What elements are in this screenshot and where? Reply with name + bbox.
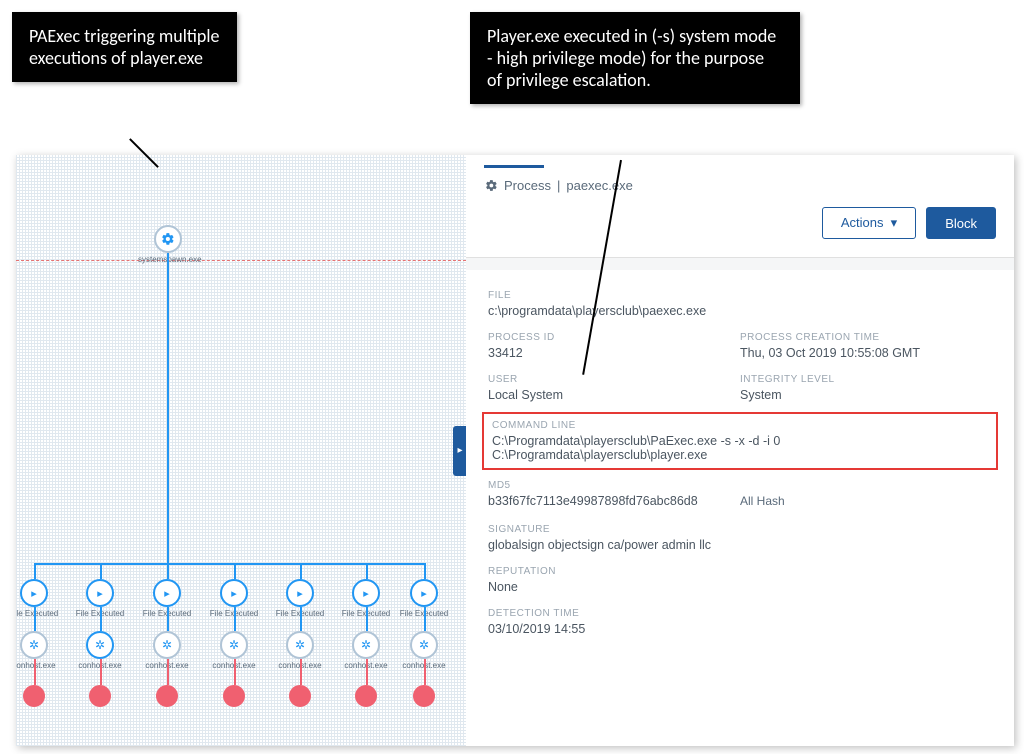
file-label: FILE [488, 290, 992, 301]
panel-collapse-tab[interactable]: ▸ [453, 426, 466, 476]
graph-child-node[interactable]: ▸ [352, 579, 380, 607]
graph-alert-node[interactable] [89, 685, 111, 707]
actions-button[interactable]: Actions ▾ [822, 207, 916, 239]
detail-header: Process | paexec.exe Actions ▾ Block [466, 155, 1014, 258]
graph-alert-node[interactable] [289, 685, 311, 707]
creation-value: Thu, 03 Oct 2019 10:55:08 GMT [740, 346, 992, 360]
detect-label: DETECTION TIME [488, 608, 992, 619]
graph-child-node[interactable]: ▸ [286, 579, 314, 607]
graph-alert-node[interactable] [223, 685, 245, 707]
md5-label: MD5 [488, 480, 740, 491]
app-container: systemspawn.exe ▸ ▸ ▸ ▸ ▸ ▸ ▸ File Execu… [16, 155, 1014, 746]
process-detail-panel: Process | paexec.exe Actions ▾ Block FIL… [466, 155, 1014, 746]
command-line-box: COMMAND LINE C:\Programdata\playersclub\… [482, 412, 998, 470]
process-title: Process | paexec.exe [484, 178, 996, 193]
graph-alert-node[interactable] [156, 685, 178, 707]
graph-child-node[interactable]: ▸ [20, 579, 48, 607]
graph-child-node[interactable]: ▸ [410, 579, 438, 607]
graph-gear-node[interactable]: ✲ [220, 631, 248, 659]
integrity-value: System [740, 388, 992, 402]
graph-gear-node[interactable]: ✲ [153, 631, 181, 659]
graph-gear-node[interactable]: ✲ [20, 631, 48, 659]
graph-alert-node[interactable] [23, 685, 45, 707]
graph-alert-node[interactable] [413, 685, 435, 707]
rep-value: None [488, 580, 992, 594]
all-hash-link[interactable]: All Hash [740, 494, 785, 508]
graph-gear-node-selected[interactable]: ✲ [86, 631, 114, 659]
graph-gear-node[interactable]: ✲ [352, 631, 380, 659]
integrity-label: INTEGRITY LEVEL [740, 374, 992, 385]
cmd-label: COMMAND LINE [492, 420, 988, 431]
graph-child-node[interactable]: ▸ [153, 579, 181, 607]
annotation-right: Player.exe executed in (-s) system mode … [470, 12, 800, 104]
user-value: Local System [488, 388, 740, 402]
graph-child-node[interactable]: ▸ [220, 579, 248, 607]
rep-label: REPUTATION [488, 566, 992, 577]
annotation-left: PAExec triggering multiple executions of… [12, 12, 237, 82]
creation-label: PROCESS CREATION TIME [740, 332, 992, 343]
detect-value: 03/10/2019 14:55 [488, 622, 992, 636]
pid-value: 33412 [488, 346, 740, 360]
process-graph-panel[interactable]: systemspawn.exe ▸ ▸ ▸ ▸ ▸ ▸ ▸ File Execu… [16, 155, 466, 746]
md5-value: b33f67fc7113e49987898fd76abc86d8 [488, 494, 740, 508]
active-tab-indicator [484, 165, 544, 168]
cmd-value: C:\Programdata\playersclub\PaExec.exe -s… [492, 434, 872, 462]
graph-gear-node[interactable]: ✲ [286, 631, 314, 659]
sig-label: SIGNATURE [488, 524, 992, 535]
graph-child-node[interactable]: ▸ [86, 579, 114, 607]
pid-label: PROCESS ID [488, 332, 740, 343]
block-button[interactable]: Block [926, 207, 996, 239]
file-value: c:\programdata\playersclub\paexec.exe [488, 304, 992, 318]
graph-gear-node[interactable]: ✲ [410, 631, 438, 659]
user-label: USER [488, 374, 740, 385]
graph-alert-node[interactable] [355, 685, 377, 707]
graph-root-node[interactable] [154, 225, 182, 253]
sig-value: globalsign objectsign ca/power admin llc [488, 538, 992, 552]
gear-icon [484, 179, 498, 193]
detail-body: FILE c:\programdata\playersclub\paexec.e… [466, 270, 1014, 746]
